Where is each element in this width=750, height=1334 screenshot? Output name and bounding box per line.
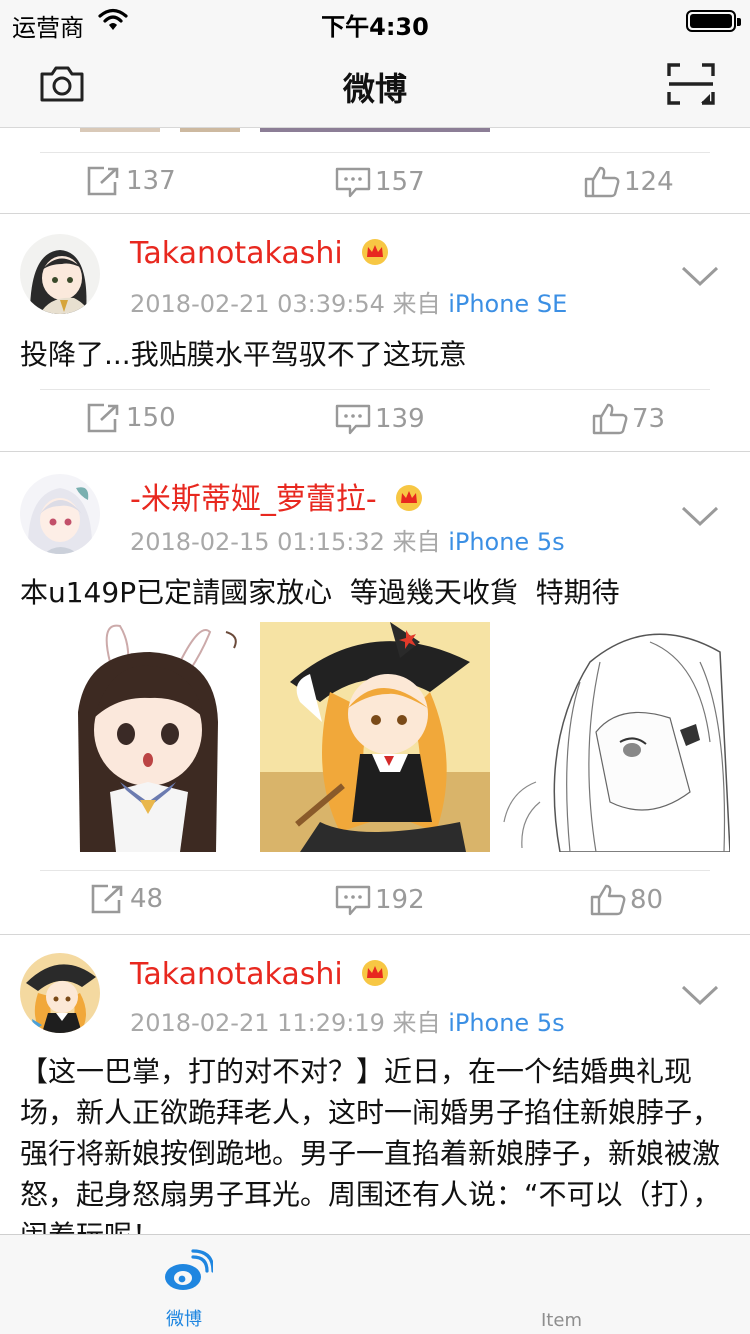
post-meta: 2018-02-21 03:39:54 来自 iPhone SE — [130, 284, 567, 319]
crown-icon — [360, 958, 390, 994]
post-text: 本u149P已定請國家放心 等過幾天收貨 特期待 — [20, 576, 620, 609]
comment-count: 192 — [375, 885, 425, 915]
repost-count: 150 — [126, 403, 176, 433]
username-text: -米斯蒂娅_萝蕾拉- — [130, 482, 377, 517]
from-label: 来自 — [392, 528, 441, 556]
thumbs-up-icon — [592, 403, 628, 435]
post-source[interactable]: iPhone 5s — [448, 528, 564, 556]
action-bar: 48 192 80 — [0, 870, 750, 930]
post-time: 2018-02-21 11:29:19 — [130, 1009, 385, 1037]
tab-item[interactable]: Item — [375, 1235, 750, 1334]
chevron-down-icon[interactable] — [680, 264, 720, 292]
like-button[interactable]: 124 — [584, 166, 674, 198]
post-text: 投降了...我贴膜水平驾驭不了这玩意 — [20, 338, 467, 371]
comment-icon — [335, 404, 371, 435]
repost-count: 48 — [130, 884, 164, 914]
clock: 下午4:30 — [321, 13, 429, 41]
share-icon — [87, 166, 119, 196]
post-meta: 2018-02-21 11:29:19 来自 iPhone 5s — [130, 1003, 565, 1038]
like-button[interactable]: 73 — [592, 403, 665, 435]
username[interactable]: Takanotakashi — [130, 236, 390, 273]
share-icon — [91, 884, 123, 914]
chevron-down-icon[interactable] — [680, 504, 720, 532]
battery-icon — [686, 10, 741, 32]
comment-icon — [335, 885, 371, 916]
tab-label: Item — [541, 1310, 582, 1331]
image-grid — [0, 622, 750, 852]
post-text: 【这一巴掌，打的对不对？】近日，在一个结婚典礼现场，新人正欲跪拜老人，这时一闹婚… — [20, 1055, 721, 1234]
repost-button[interactable]: 137 — [86, 166, 176, 196]
action-bar: 137 157 124 — [0, 152, 750, 212]
tab-label: 微博 — [166, 1309, 202, 1330]
like-button[interactable]: 80 — [590, 884, 663, 916]
post-image[interactable] — [260, 622, 490, 852]
username-text: Takanotakashi — [130, 957, 343, 992]
nav-bar: 微博 — [0, 42, 750, 128]
tab-weibo[interactable]: 微博 — [0, 1235, 375, 1334]
username[interactable]: Takanotakashi — [130, 957, 390, 994]
share-icon — [87, 403, 119, 433]
like-count: 80 — [630, 885, 664, 915]
comment-count: 139 — [375, 404, 425, 434]
comment-button[interactable]: 139 — [335, 403, 425, 435]
comment-count: 157 — [375, 167, 425, 197]
avatar[interactable] — [20, 234, 100, 314]
comment-button[interactable]: 157 — [335, 166, 425, 198]
avatar[interactable] — [20, 474, 100, 554]
repost-count: 137 — [126, 166, 176, 196]
post-image[interactable] — [30, 622, 260, 852]
post-source[interactable]: iPhone 5s — [448, 1009, 564, 1037]
post-source[interactable]: iPhone SE — [448, 290, 567, 318]
avatar[interactable] — [20, 953, 100, 1033]
thumbs-up-icon — [590, 884, 626, 916]
page-title: 微博 — [342, 70, 407, 108]
thumbs-up-icon — [584, 166, 620, 198]
from-label: 来自 — [392, 1009, 441, 1037]
scan-icon[interactable] — [666, 62, 716, 110]
username-text: Takanotakashi — [130, 236, 343, 271]
repost-button[interactable]: 48 — [90, 884, 163, 914]
tab-bar: 微博 Item — [0, 1234, 750, 1334]
like-count: 124 — [624, 167, 674, 197]
post-meta: 2018-02-15 01:15:32 来自 iPhone 5s — [130, 522, 565, 557]
like-count: 73 — [632, 404, 666, 434]
feed[interactable]: 137 157 124 Takanotakashi 2018-02-21 03:… — [0, 128, 750, 1234]
post-time: 2018-02-21 03:39:54 — [130, 290, 385, 318]
chevron-down-icon[interactable] — [680, 983, 720, 1011]
comment-icon — [335, 167, 371, 198]
crown-icon — [360, 237, 390, 273]
status-bar: 运营商 下午4:30 — [0, 0, 750, 42]
action-bar: 150 139 73 — [0, 389, 750, 449]
repost-button[interactable]: 150 — [86, 403, 176, 433]
weibo-logo-icon — [163, 1249, 215, 1297]
post-time: 2018-02-15 01:15:32 — [130, 528, 385, 556]
from-label: 来自 — [392, 290, 441, 318]
post-image[interactable] — [500, 622, 730, 852]
image-sliver — [40, 128, 710, 132]
username[interactable]: -米斯蒂娅_萝蕾拉- — [130, 474, 424, 519]
comment-button[interactable]: 192 — [335, 884, 425, 916]
crown-icon — [394, 483, 424, 519]
